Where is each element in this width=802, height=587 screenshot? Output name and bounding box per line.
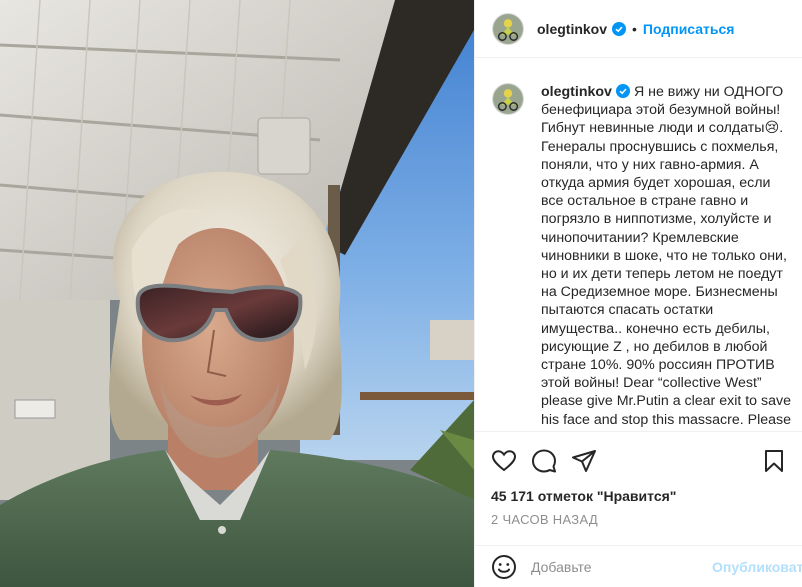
avatar-cyclist-icon: [493, 13, 523, 44]
like-button[interactable]: [491, 448, 517, 474]
instagram-post: olegtinkov • Подписаться olegtinkov Я не…: [0, 0, 802, 587]
comments-area[interactable]: olegtinkov Я не вижу ни ОДНОГО бенефициар…: [475, 59, 802, 432]
caption-row: olegtinkov Я не вижу ни ОДНОГО бенефициар…: [475, 59, 802, 431]
follow-button[interactable]: Подписаться: [643, 21, 735, 37]
post-side-panel: olegtinkov • Подписаться olegtinkov Я не…: [474, 0, 802, 587]
heart-icon: [491, 450, 517, 472]
post-timestamp[interactable]: 2 ЧАСОВ НАЗАД: [491, 512, 598, 527]
share-button[interactable]: [571, 448, 597, 474]
share-icon: [572, 450, 596, 472]
post-photo[interactable]: [0, 0, 474, 587]
caption-text: Я не вижу ни ОДНОГО бенефициара этой без…: [541, 84, 791, 431]
publish-button[interactable]: Опубликовать: [712, 559, 802, 575]
add-comment-bar: Опубликовать: [475, 545, 802, 587]
emoji-icon: [492, 554, 516, 579]
author-username[interactable]: olegtinkov: [537, 21, 607, 37]
comment-input[interactable]: [531, 558, 712, 575]
caption-author-avatar[interactable]: [492, 83, 524, 115]
post-header: olegtinkov • Подписаться: [475, 0, 802, 58]
bookmark-icon: [765, 450, 783, 472]
comment-button[interactable]: [531, 448, 557, 474]
caption-username[interactable]: olegtinkov: [541, 84, 612, 100]
verified-badge-icon: [615, 84, 630, 98]
verified-badge-icon: [612, 21, 627, 36]
avatar-cyclist-icon: [493, 84, 523, 114]
emoji-button[interactable]: [491, 554, 517, 580]
author-avatar[interactable]: [492, 12, 524, 45]
likes-count[interactable]: 45 171 отметок "Нравится": [491, 488, 676, 504]
action-bar: [475, 440, 802, 480]
comment-icon: [532, 449, 556, 473]
header-separator: •: [632, 20, 637, 37]
selfie-photo-image: [0, 0, 474, 587]
save-button[interactable]: [761, 448, 787, 474]
post-caption: olegtinkov Я не вижу ни ОДНОГО бенефициар…: [541, 83, 791, 431]
